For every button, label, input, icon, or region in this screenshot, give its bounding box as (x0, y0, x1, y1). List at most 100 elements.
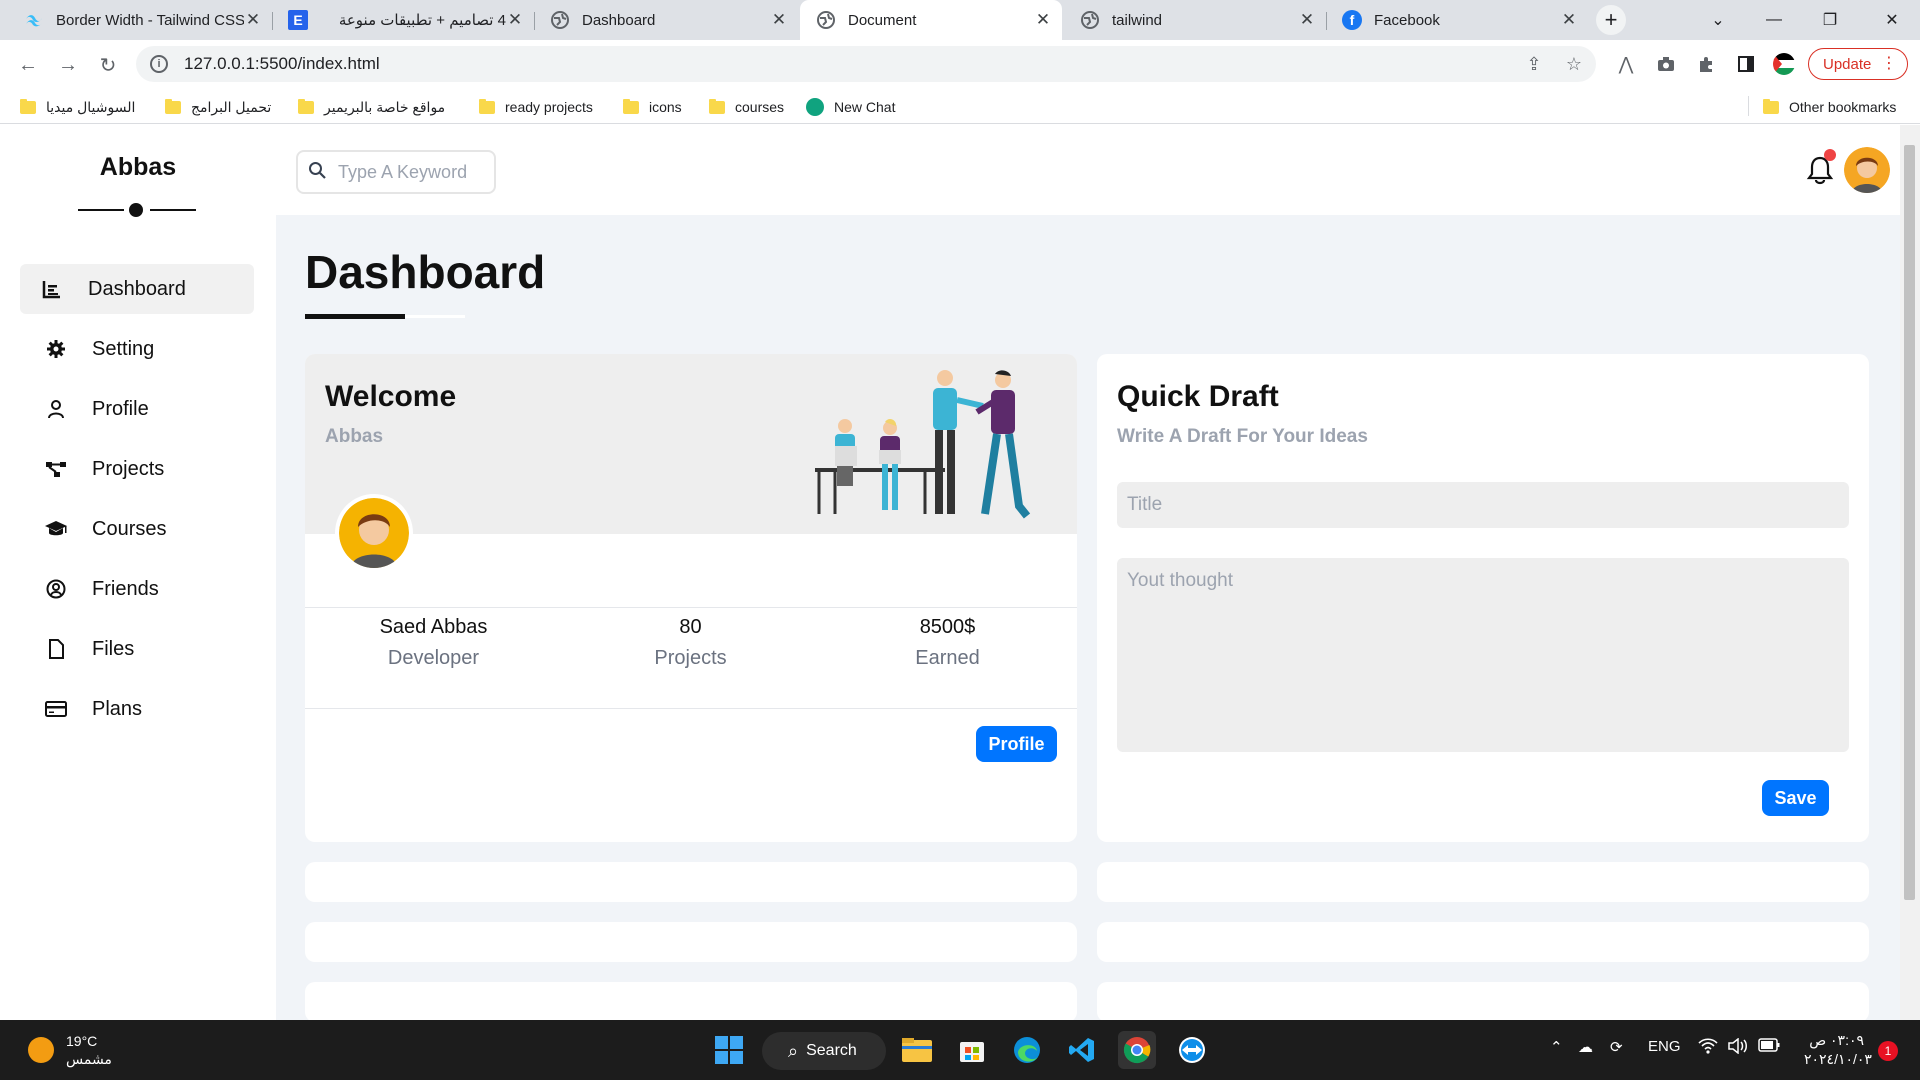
close-icon[interactable]: ✕ (1298, 10, 1316, 30)
sidebar-item-dashboard[interactable]: Dashboard (20, 264, 254, 314)
folder-icon (709, 98, 725, 114)
sidebar-item-courses[interactable]: Courses (20, 504, 254, 554)
star-icon[interactable]: ☆ (1562, 52, 1586, 76)
scrollbar-thumb[interactable] (1904, 145, 1915, 900)
sun-icon (28, 1037, 54, 1063)
file-explorer-icon[interactable] (898, 1031, 936, 1069)
brand-divider-right (150, 209, 196, 211)
back-arrow-icon[interactable]: ← (16, 53, 40, 77)
extensions-puzzle-icon[interactable] (1694, 52, 1718, 76)
notification-badge[interactable]: 1 (1878, 1041, 1898, 1061)
bookmark-folder-ready-projects[interactable]: ready projects (479, 96, 593, 118)
windows-taskbar: 19°C مشمس ⌕ Search ⌃ ☁ ⟳ ENG ٠٣:٠٩ ص ٢٠٢… (0, 1020, 1920, 1080)
bookmark-folder-premiere[interactable]: مواقع خاصة بالبريمير (298, 96, 445, 118)
microsoft-store-icon[interactable] (953, 1031, 991, 1069)
close-icon[interactable]: ✕ (1560, 10, 1578, 30)
onedrive-error-icon[interactable]: ☁ (1578, 1038, 1593, 1056)
tab-document[interactable]: Document ✕ (800, 0, 1062, 40)
chrome-icon[interactable] (1118, 1031, 1156, 1069)
folder-icon (298, 98, 314, 114)
notification-dot (1824, 149, 1836, 161)
folder-icon (165, 98, 181, 114)
globe-icon (1080, 10, 1100, 30)
other-bookmarks[interactable]: Other bookmarks (1763, 96, 1896, 118)
tab-title: Dashboard (582, 11, 656, 29)
weather-widget[interactable]: 19°C مشمس (28, 1032, 112, 1068)
sidebar-item-friends[interactable]: Friends (20, 564, 254, 614)
sidebar-item-files[interactable]: Files (20, 624, 254, 674)
new-tab-button[interactable]: + (1596, 5, 1626, 35)
bookmark-new-chat[interactable]: New Chat (806, 96, 895, 118)
search-input[interactable]: Type A Keyword (296, 150, 496, 194)
draft-body-textarea[interactable]: Yout thought (1117, 558, 1849, 752)
welcome-title: Welcome (325, 380, 457, 413)
bookmark-folder-programs[interactable]: تحميل البرامج (165, 96, 271, 118)
tab-border-width[interactable]: Border Width - Tailwind CSS ✕ (8, 0, 272, 40)
tab-facebook[interactable]: f Facebook ✕ (1326, 0, 1588, 40)
bookmarks-bar: السوشيال ميديا تحميل البرامج مواقع خاصة … (0, 88, 1920, 124)
volume-icon[interactable] (1728, 1037, 1748, 1058)
close-icon[interactable]: ✕ (244, 10, 262, 30)
close-icon[interactable]: ✕ (770, 10, 788, 30)
empty-card (1097, 922, 1869, 962)
system-clock[interactable]: ٠٣:٠٩ ص ٢٠٢٤/١٠/٠٣ (1804, 1031, 1872, 1069)
quick-draft-title: Quick Draft (1117, 380, 1279, 413)
windows-start-icon[interactable] (710, 1031, 748, 1069)
bookmark-folder-social[interactable]: السوشيال ميديا (20, 96, 135, 118)
window-close-button[interactable]: ✕ (1864, 0, 1920, 40)
brand-dot (129, 203, 143, 217)
page-title: Dashboard (305, 246, 546, 298)
bookmark-folder-courses[interactable]: courses (709, 96, 784, 118)
camera-icon[interactable] (1654, 52, 1678, 76)
taskbar-search[interactable]: ⌕ Search (762, 1032, 886, 1070)
close-icon[interactable]: ✕ (506, 10, 524, 30)
welcome-card: Welcome Abbas Saed Abbas Developer 80 Pr… (305, 354, 1077, 842)
tab-dashboard[interactable]: Dashboard ✕ (534, 0, 798, 40)
bookmark-folder-icons[interactable]: icons (623, 96, 682, 118)
tab-search-chevron-icon[interactable]: ⌄ (1690, 0, 1746, 40)
stat-earned: 8500$ Earned (915, 616, 980, 669)
edge-icon[interactable] (1008, 1031, 1046, 1069)
sidebar-item-setting[interactable]: Setting (20, 324, 254, 374)
reload-icon[interactable]: ↻ (96, 53, 120, 77)
tab-tailwind[interactable]: tailwind ✕ (1064, 0, 1326, 40)
empty-card (305, 922, 1077, 962)
language-indicator[interactable]: ENG (1648, 1038, 1681, 1055)
side-panel-icon[interactable] (1734, 52, 1758, 76)
top-header: Type A Keyword (276, 125, 1900, 215)
sidebar-item-projects[interactable]: Projects (20, 444, 254, 494)
brand-divider-left (78, 209, 124, 211)
graduation-cap-icon (44, 517, 68, 541)
address-bar[interactable]: i 127.0.0.1:5500/index.html (136, 46, 1596, 82)
brand-title: Abbas (99, 153, 177, 181)
profile-flag-icon[interactable] (1772, 52, 1796, 76)
draft-title-input[interactable]: Title (1117, 482, 1849, 528)
avatar[interactable] (1844, 147, 1890, 193)
info-icon[interactable]: i (150, 55, 168, 73)
tab-designs[interactable]: E 4 تصاميم + تطبيقات منوعة ✕ (272, 0, 534, 40)
save-button[interactable]: Save (1762, 780, 1829, 816)
e-icon: E (288, 10, 308, 30)
share-icon[interactable]: ⇪ (1522, 52, 1546, 76)
forward-arrow-icon[interactable]: → (56, 53, 80, 77)
sidebar-item-plans[interactable]: Plans (20, 684, 254, 734)
user-circle-icon (44, 577, 68, 601)
sidebar-item-profile[interactable]: Profile (20, 384, 254, 434)
extension-a-icon[interactable]: ⋀ (1614, 52, 1638, 76)
teamviewer-icon[interactable] (1173, 1031, 1211, 1069)
maximize-button[interactable]: ❐ (1802, 0, 1858, 40)
wifi-icon[interactable] (1698, 1038, 1718, 1058)
tailwind-icon (24, 10, 44, 30)
update-button[interactable]: Update ⋮ (1808, 48, 1908, 80)
vscode-icon[interactable] (1063, 1031, 1101, 1069)
tray-chevron-icon[interactable]: ⌃ (1550, 1038, 1563, 1056)
profile-button[interactable]: Profile (976, 726, 1057, 762)
credit-card-icon (44, 697, 68, 721)
minimize-button[interactable]: — (1746, 0, 1802, 40)
sync-icon[interactable]: ⟳ (1610, 1038, 1623, 1056)
empty-card (305, 862, 1077, 902)
url-text: 127.0.0.1:5500/index.html (184, 54, 380, 73)
battery-icon[interactable] (1758, 1038, 1780, 1056)
welcome-divider-bottom (305, 708, 1077, 709)
close-icon[interactable]: ✕ (1034, 10, 1052, 30)
